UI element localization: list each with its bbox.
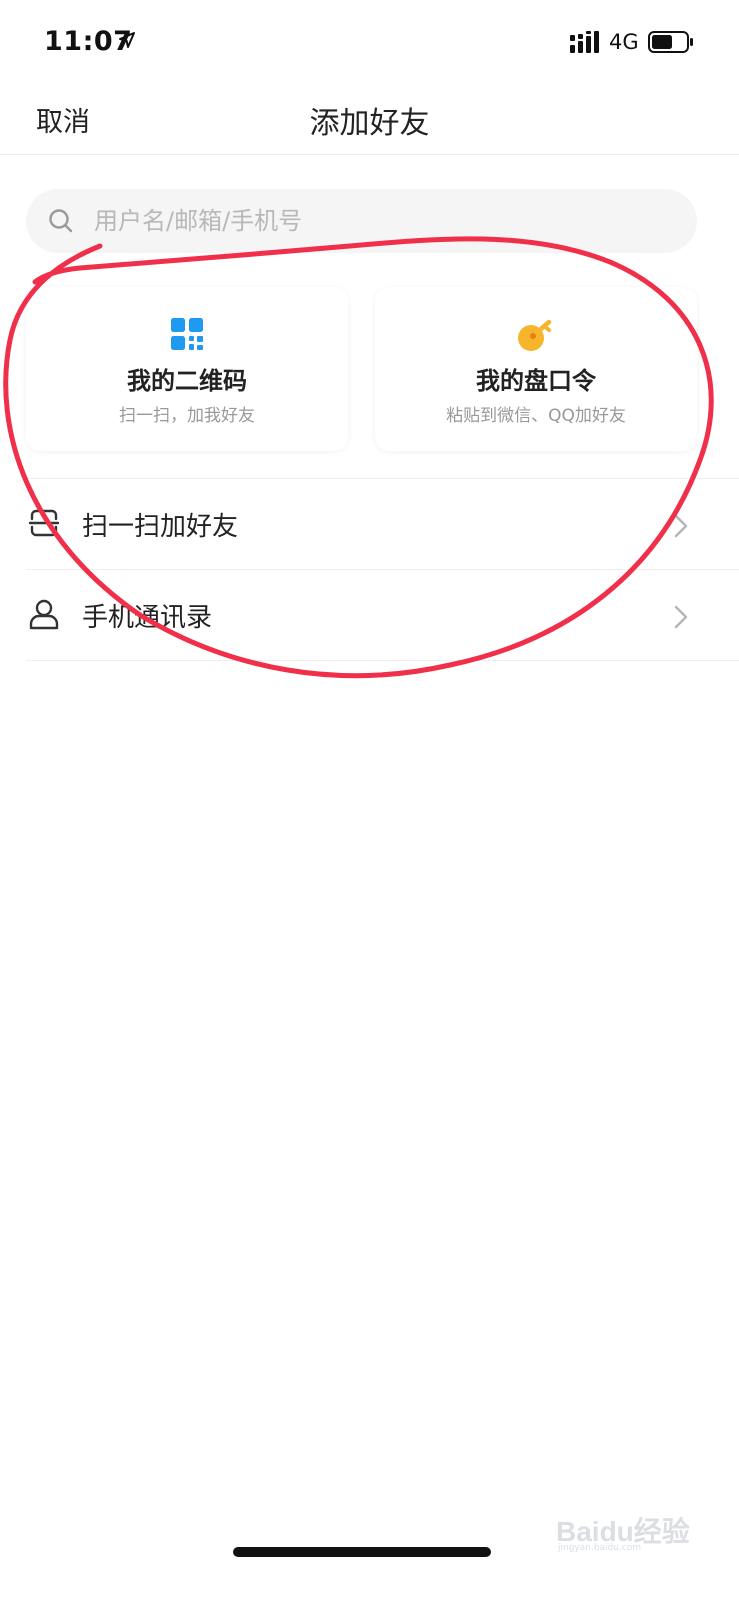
card-title: 我的二维码 bbox=[127, 367, 247, 395]
key-icon bbox=[518, 319, 552, 351]
card-subtitle: 扫一扫，加我好友 bbox=[119, 406, 255, 426]
list-item-scan-add-friend[interactable]: 扫一扫加好友 bbox=[0, 480, 739, 570]
watermark-logo: Baidu经验 jingyan.baidu.com bbox=[556, 1510, 706, 1554]
my-pankouling-card[interactable]: 我的盘口令 粘贴到微信、QQ加好友 bbox=[375, 287, 697, 451]
battery-icon bbox=[648, 31, 693, 53]
list-item-label: 扫一扫加好友 bbox=[82, 512, 239, 542]
my-qr-code-card[interactable]: 我的二维码 扫一扫，加我好友 bbox=[26, 287, 348, 451]
chevron-right-icon bbox=[674, 514, 688, 538]
qr-code-icon bbox=[171, 318, 203, 350]
search-bar[interactable] bbox=[26, 189, 697, 253]
home-indicator[interactable] bbox=[233, 1547, 491, 1557]
list-item-phone-contacts[interactable]: 手机通讯录 bbox=[0, 571, 739, 661]
location-arrow-icon bbox=[119, 32, 135, 48]
divider bbox=[26, 478, 739, 479]
chevron-right-icon bbox=[674, 605, 688, 629]
search-icon bbox=[49, 209, 73, 233]
scan-icon bbox=[28, 509, 60, 537]
card-title: 我的盘口令 bbox=[476, 367, 596, 395]
signal-icon bbox=[570, 31, 599, 53]
page-title: 添加好友 bbox=[309, 106, 430, 141]
search-input[interactable] bbox=[94, 201, 674, 241]
list-item-label: 手机通讯录 bbox=[82, 603, 213, 633]
card-subtitle: 粘贴到微信、QQ加好友 bbox=[446, 406, 626, 426]
contacts-icon bbox=[29, 599, 59, 630]
nav-bar: 取消 添加好友 bbox=[0, 80, 739, 155]
status-bar: 11:07 4G bbox=[0, 0, 739, 80]
watermark-url: jingyan.baidu.com bbox=[558, 1543, 642, 1553]
divider bbox=[26, 660, 739, 661]
divider bbox=[26, 569, 739, 570]
network-type: 4G bbox=[609, 30, 639, 54]
